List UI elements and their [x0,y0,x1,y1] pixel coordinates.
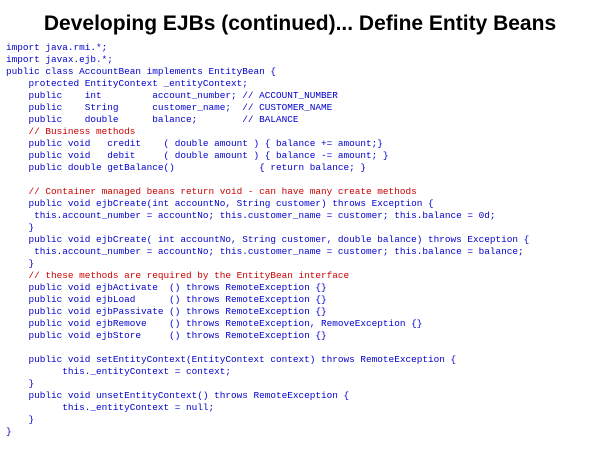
code-line: public void debit ( double amount ) { ba… [6,150,389,161]
code-comment-line: // Container managed beans return void -… [6,186,417,197]
code-line: public int account_number; // ACCOUNT_NU… [6,90,338,101]
code-line: protected EntityContext _entityContext; [6,78,248,89]
code-line: import java.rmi.*; [6,42,108,53]
code-line: public void ejbCreate(int accountNo, Str… [6,198,434,209]
code-line: public void ejbLoad () throws RemoteExce… [6,294,327,305]
code-line: this._entityContext = null; [6,402,215,413]
slide: Developing EJBs (continued)... Define En… [0,0,600,450]
code-line: } [6,222,35,233]
code-line: public void ejbActivate () throws Remote… [6,282,327,293]
code-line: public void ejbCreate( int accountNo, St… [6,234,530,245]
code-line: } [6,414,35,425]
code-line: } [6,378,35,389]
slide-title: Developing EJBs (continued)... Define En… [43,12,557,35]
code-comment-line: // these methods are required by the Ent… [6,270,350,281]
code-line: import javax.ejb.*; [6,54,113,65]
code-line: public void credit ( double amount ) { b… [6,138,383,149]
code-line: public void ejbStore () throws RemoteExc… [6,330,327,341]
code-line: public double getBalance() { return bala… [6,162,367,173]
code-line: } [6,426,12,437]
code-line: public class AccountBean implements Enti… [6,66,277,77]
code-block: import java.rmi.*; import javax.ejb.*; pub… [6,42,598,438]
code-line: public void unsetEntityContext() throws … [6,390,350,401]
code-line: public void ejbPassivate () throws Remot… [6,306,327,317]
code-line: public String customer_name; // CUSTOMER… [6,102,333,113]
code-line: public void ejbRemove () throws RemoteEx… [6,318,423,329]
code-line: public double balance; // BALANCE [6,114,299,125]
code-comment-line: // Business methods [6,126,136,137]
code-line: this.account_number = accountNo; this.cu… [6,210,496,221]
code-line: } [6,258,35,269]
code-line: public void setEntityContext(EntityConte… [6,354,457,365]
code-line: this.account_number = accountNo; this.cu… [6,246,524,257]
code-line: this._entityContext = context; [6,366,232,377]
